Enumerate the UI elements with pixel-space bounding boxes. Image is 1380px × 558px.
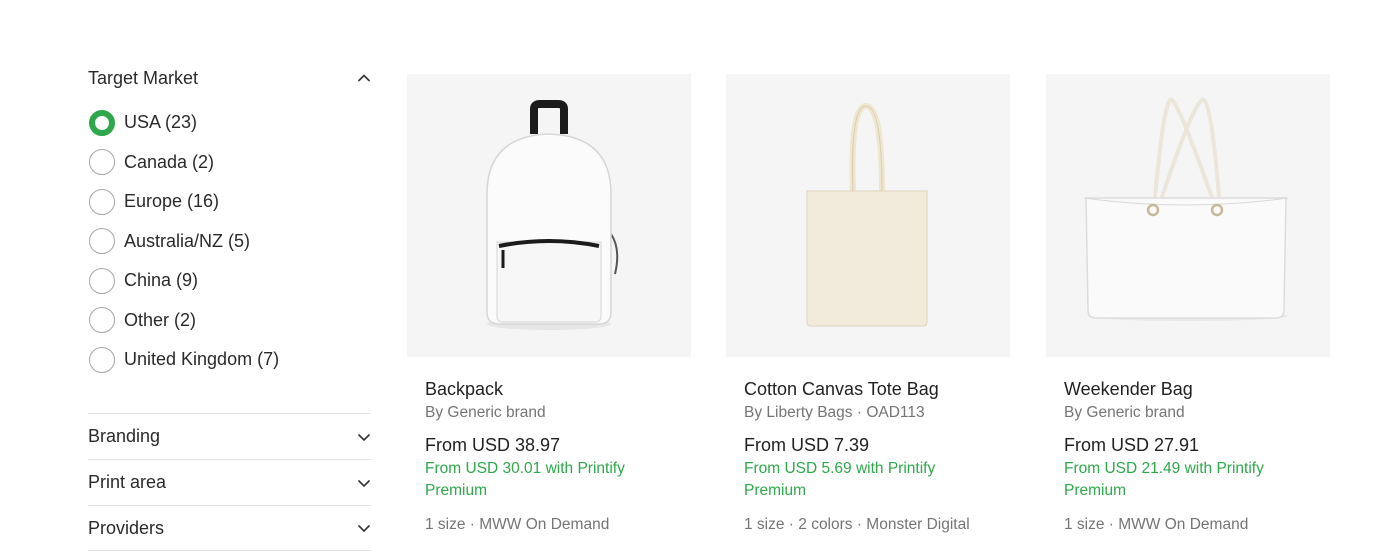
product-card-weekender-bag[interactable]: Weekender Bag By Generic brand From USD … bbox=[1046, 74, 1330, 534]
chevron-up-icon[interactable] bbox=[357, 71, 371, 85]
product-name[interactable]: Weekender Bag bbox=[1064, 378, 1330, 400]
section-title: Providers bbox=[88, 517, 165, 538]
radio-button[interactable] bbox=[89, 149, 115, 176]
premium-price: From USD 30.01 with Printify Premium bbox=[425, 460, 625, 499]
product-image[interactable] bbox=[1046, 74, 1330, 357]
chevron-down-icon[interactable] bbox=[357, 430, 371, 444]
product-price: From USD 7.39 bbox=[744, 435, 870, 455]
premium-price: From USD 21.49 with Printify Premium bbox=[1064, 460, 1264, 499]
product-info: Weekender Bag By Generic brand From USD … bbox=[1046, 378, 1330, 534]
product-info: Backpack By Generic brand From USD 38.97… bbox=[407, 378, 691, 534]
product-image[interactable] bbox=[726, 74, 1010, 357]
section-title: Print area bbox=[88, 472, 167, 492]
product-info: Cotton Canvas Tote Bag By Liberty Bags ·… bbox=[726, 378, 1010, 534]
radio-button[interactable] bbox=[89, 267, 115, 294]
premium-price: From USD 5.69 with Printify Premium bbox=[744, 460, 936, 499]
target-market-title: Target Market bbox=[88, 67, 199, 88]
radio-option-europe[interactable]: Europe (16) bbox=[88, 182, 371, 222]
radio-button[interactable] bbox=[89, 188, 115, 215]
radio-label: China (9) bbox=[124, 270, 199, 291]
radio-option-canada[interactable]: Canada (2) bbox=[88, 143, 371, 183]
radio-label: Canada (2) bbox=[124, 151, 215, 172]
radio-label: Australia/NZ (5) bbox=[124, 230, 251, 251]
section-title: Branding bbox=[88, 426, 161, 446]
radio-label: Europe (16) bbox=[124, 191, 220, 212]
radio-button[interactable] bbox=[89, 228, 115, 255]
radio-button-checked[interactable] bbox=[89, 109, 115, 136]
product-brand: By Generic brand bbox=[425, 404, 546, 421]
tote-bag-image bbox=[806, 102, 928, 327]
filter-section-providers[interactable]: Providers bbox=[88, 505, 371, 551]
product-meta: 1 size · 2 colors · Monster Digital bbox=[744, 516, 970, 533]
radio-button[interactable] bbox=[89, 307, 115, 334]
product-name[interactable]: Backpack bbox=[425, 378, 691, 400]
radio-label: United Kingdom (7) bbox=[124, 349, 280, 370]
filter-sidebar: Target Market USA (23) Canada (2) Europe… bbox=[88, 58, 371, 380]
filter-section-print-area[interactable]: Print area bbox=[88, 459, 371, 505]
chevron-down-icon[interactable] bbox=[357, 521, 371, 535]
product-meta: 1 size · MWW On Demand bbox=[425, 516, 610, 533]
filter-section-branding[interactable]: Branding bbox=[88, 413, 371, 459]
radio-label: USA (23) bbox=[124, 112, 198, 133]
radio-label: Other (2) bbox=[124, 309, 197, 330]
product-brand: By Liberty Bags · OAD113 bbox=[744, 404, 925, 421]
target-market-options: USA (23) Canada (2) Europe (16) Australi… bbox=[88, 103, 371, 380]
product-brand: By Generic brand bbox=[1064, 404, 1185, 421]
product-card-backpack[interactable]: Backpack By Generic brand From USD 38.97… bbox=[407, 74, 691, 534]
radio-option-australia-nz[interactable]: Australia/NZ (5) bbox=[88, 222, 371, 262]
product-name[interactable]: Cotton Canvas Tote Bag bbox=[744, 378, 1010, 400]
target-market-header[interactable]: Target Market bbox=[88, 58, 371, 98]
radio-option-united-kingdom[interactable]: United Kingdom (7) bbox=[88, 340, 371, 380]
radio-option-china[interactable]: China (9) bbox=[88, 261, 371, 301]
backpack-image bbox=[486, 100, 619, 330]
chevron-down-icon[interactable] bbox=[357, 476, 371, 490]
product-price: From USD 38.97 bbox=[425, 435, 561, 455]
collapsed-filter-sections: Branding Print area Providers bbox=[88, 413, 371, 551]
product-price: From USD 27.91 bbox=[1064, 435, 1200, 455]
radio-button[interactable] bbox=[89, 346, 115, 373]
product-image[interactable] bbox=[407, 74, 691, 357]
radio-option-other[interactable]: Other (2) bbox=[88, 301, 371, 341]
product-card-tote-bag[interactable]: Cotton Canvas Tote Bag By Liberty Bags ·… bbox=[726, 74, 1010, 534]
radio-option-usa[interactable]: USA (23) bbox=[88, 103, 371, 143]
product-meta: 1 size · MWW On Demand bbox=[1064, 516, 1249, 533]
weekender-bag-image bbox=[1083, 97, 1289, 321]
